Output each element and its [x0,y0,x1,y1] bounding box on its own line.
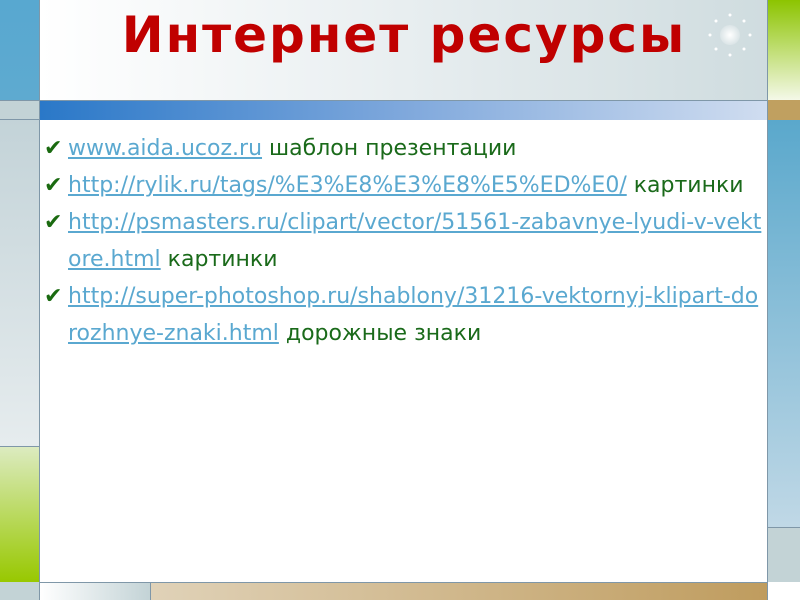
deco-block [768,0,800,100]
deco-block [40,582,150,600]
list-item: ✔ www.aida.ucoz.ru шаблон презентации [44,130,764,167]
resource-description: дорожные знаки [285,321,482,346]
deco-block [768,527,800,582]
deco-block [0,100,40,120]
checkmark-icon: ✔ [44,210,63,235]
deco-block [150,582,768,600]
list-item: ✔ http://rylik.ru/tags/%E3%E8%E3%E8%E5%ED… [44,167,764,204]
checkmark-icon: ✔ [44,136,63,161]
resource-link[interactable]: http://rylik.ru/tags/%E3%E8%E3%E8%E5%ED%… [68,173,627,198]
deco-block [0,446,40,582]
slide-title: Интернет ресурсы [121,6,687,64]
checkmark-icon: ✔ [44,284,63,309]
list-item: ✔ http://psmasters.ru/clipart/vector/5156… [44,204,764,278]
resource-link[interactable]: www.aida.ucoz.ru [68,136,262,161]
list-item: ✔ http://super-photoshop.ru/shablony/3121… [44,278,764,352]
divider [767,0,768,600]
deco-block [768,100,800,120]
resource-list: ✔ www.aida.ucoz.ru шаблон презентации ✔ ht… [44,130,764,352]
resource-description: картинки [167,247,278,272]
resource-description: шаблон презентации [269,136,517,161]
deco-block [0,0,40,100]
deco-block [768,582,800,600]
header-bar [40,100,768,120]
divider [39,0,40,600]
checkmark-icon: ✔ [44,173,63,198]
deco-block [0,582,40,600]
resource-description: картинки [633,173,744,198]
deco-block [768,120,800,527]
deco-block [0,120,40,446]
